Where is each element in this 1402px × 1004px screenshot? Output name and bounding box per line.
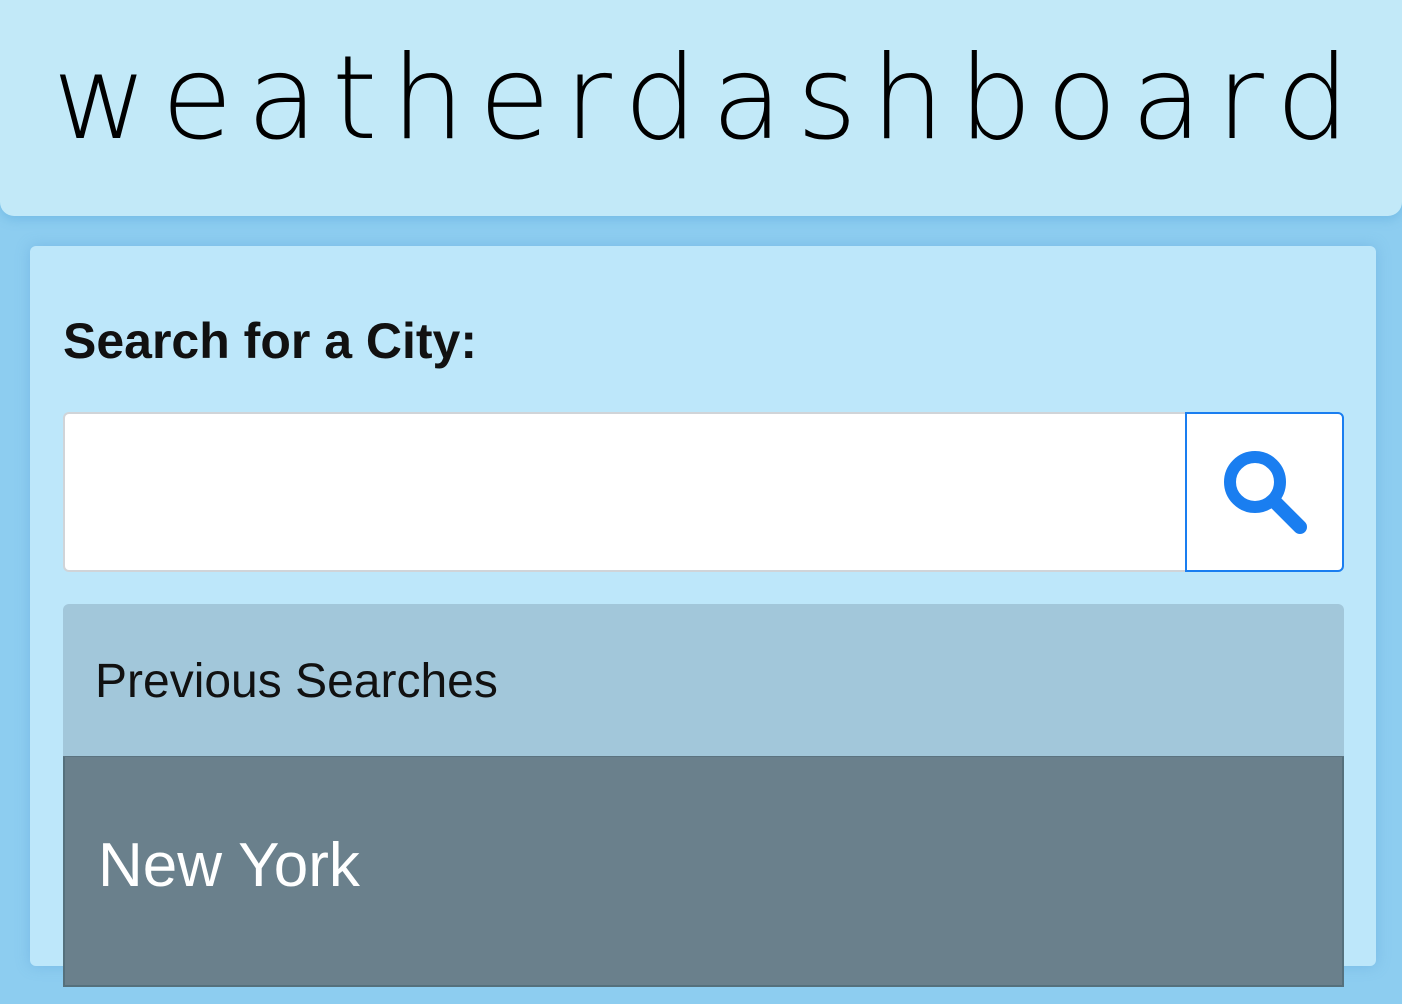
search-button[interactable]	[1185, 412, 1344, 572]
previous-searches-list: Previous Searches New York	[63, 604, 1344, 1004]
app-title: weatherdashboard	[52, 31, 1364, 166]
previous-searches-title: Previous Searches	[95, 654, 498, 708]
search-group	[63, 412, 1344, 572]
search-icon	[1215, 442, 1315, 542]
previous-search-item-label: New York	[98, 831, 360, 900]
app-header: weatherdashboard	[0, 0, 1402, 216]
search-label: Search for a City:	[63, 313, 478, 369]
city-search-input[interactable]	[63, 412, 1185, 572]
search-card: Search for a City: Previous Searches New…	[30, 246, 1376, 987]
previous-searches-header: Previous Searches	[63, 604, 1344, 757]
previous-search-item[interactable]: New York	[63, 757, 1344, 987]
